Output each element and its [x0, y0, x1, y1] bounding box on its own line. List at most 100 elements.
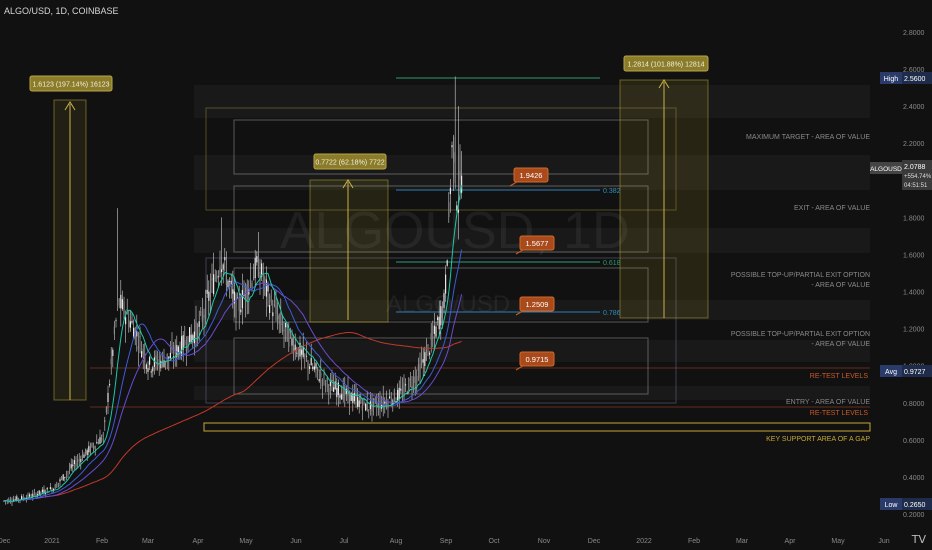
candle-body	[163, 360, 165, 368]
candle-body	[216, 275, 218, 279]
candle-body	[102, 433, 104, 437]
candle-body	[448, 201, 450, 218]
candle-body	[214, 277, 216, 279]
candle-body	[326, 377, 328, 383]
candle-body	[331, 380, 333, 382]
candle-body	[64, 476, 66, 478]
x-tick-label: Oct	[489, 538, 500, 545]
candle-body	[357, 397, 359, 407]
x-tick-label: Sep	[440, 538, 453, 545]
candle-body	[169, 352, 171, 359]
candle-body	[389, 396, 391, 399]
candle-body	[249, 279, 251, 281]
candle-body	[437, 317, 439, 321]
candle-body	[120, 294, 122, 309]
candle-body	[256, 256, 258, 263]
zone-label-entry: ENTRY - AREA OF VALUE	[786, 399, 870, 406]
candle-body	[318, 379, 320, 382]
candle-body	[365, 403, 367, 411]
candle-body	[213, 274, 215, 295]
price-tag-low-value: 0.2650	[904, 502, 926, 509]
candle-body	[251, 283, 253, 288]
candle-body	[91, 443, 93, 447]
x-tick-label: Mar	[142, 538, 155, 545]
candle-body	[438, 316, 440, 330]
candle-body	[312, 366, 314, 369]
candle-body	[425, 349, 427, 361]
candle-body	[29, 494, 31, 497]
x-tick-label: 2022	[636, 538, 652, 545]
x-tick-label: Jul	[340, 538, 349, 545]
candle-body	[86, 450, 88, 455]
candle-body	[142, 348, 144, 354]
candle-body	[147, 368, 149, 372]
candle-body	[198, 321, 200, 327]
candle-body	[397, 389, 399, 401]
x-tick-label: Aug	[390, 538, 403, 545]
candle-body	[440, 306, 442, 326]
candle-body	[409, 378, 411, 381]
candle-body	[254, 257, 256, 279]
candle-body	[94, 446, 96, 450]
fib-label: 0.382	[603, 188, 621, 195]
candle-body	[454, 152, 456, 184]
candle-body	[232, 289, 234, 294]
candle-body	[195, 321, 197, 336]
candle-body	[193, 331, 195, 344]
x-tick-label: Feb	[96, 538, 108, 545]
candle-body	[67, 471, 69, 473]
candle-body	[405, 384, 407, 386]
tradingview-logo: TV	[911, 533, 926, 546]
candle-body	[309, 366, 311, 369]
measure-box-2	[309, 179, 389, 323]
candle-body	[57, 482, 59, 484]
candle-body	[275, 305, 277, 314]
candle-body	[262, 279, 264, 283]
candle-body	[344, 385, 346, 396]
candle-body	[341, 394, 343, 400]
candle-body	[117, 298, 119, 301]
x-tick-label: Feb	[688, 538, 700, 545]
candle-body	[221, 269, 223, 273]
candle-body	[432, 336, 434, 339]
candle-body	[72, 464, 74, 467]
candle-body	[139, 335, 141, 338]
candle-body	[382, 396, 384, 408]
candle-body	[150, 371, 152, 373]
candle-body	[393, 389, 395, 401]
candle-body	[277, 315, 279, 325]
candle-body	[96, 442, 98, 444]
candle-body	[184, 339, 186, 345]
candle-body	[435, 326, 437, 337]
candle-body	[33, 492, 35, 494]
y-tick-label: 0.8000	[903, 401, 925, 408]
candle-body	[267, 285, 269, 292]
candle-body	[192, 335, 194, 340]
candle-body	[339, 395, 341, 398]
candle-body	[41, 489, 43, 493]
candle-body	[421, 359, 423, 365]
candle-body	[83, 454, 85, 458]
candle-body	[280, 313, 282, 326]
candle-body	[219, 266, 221, 274]
candle-body	[99, 437, 101, 444]
candle-body	[131, 320, 133, 323]
candle-body	[416, 375, 418, 383]
zone-label-max-target: MAXIMUM TARGET - AREA OF VALUE	[746, 134, 870, 141]
candle-body	[81, 454, 83, 460]
candle-body	[253, 276, 255, 281]
candle-body	[368, 409, 370, 411]
candle-body	[62, 474, 64, 481]
candle-body	[398, 387, 400, 400]
x-tick-label: Apr	[785, 538, 797, 545]
price-tag-current-label: ALGOUSD	[870, 166, 902, 173]
chart-title: ALGO/USD, 1D, COINBASE	[4, 6, 119, 16]
candlestick-chart[interactable]: ALGOUSD, 1DALGO/USD0.3820.6180.7860.9715…	[0, 0, 932, 550]
candle-body	[238, 298, 240, 312]
level-label: 1.5677	[526, 239, 549, 248]
candle-body	[89, 445, 91, 453]
y-tick-label: 0.2000	[903, 512, 925, 519]
x-tick-label: May	[831, 538, 845, 545]
candle-body	[317, 367, 319, 372]
candle-body	[334, 381, 336, 389]
